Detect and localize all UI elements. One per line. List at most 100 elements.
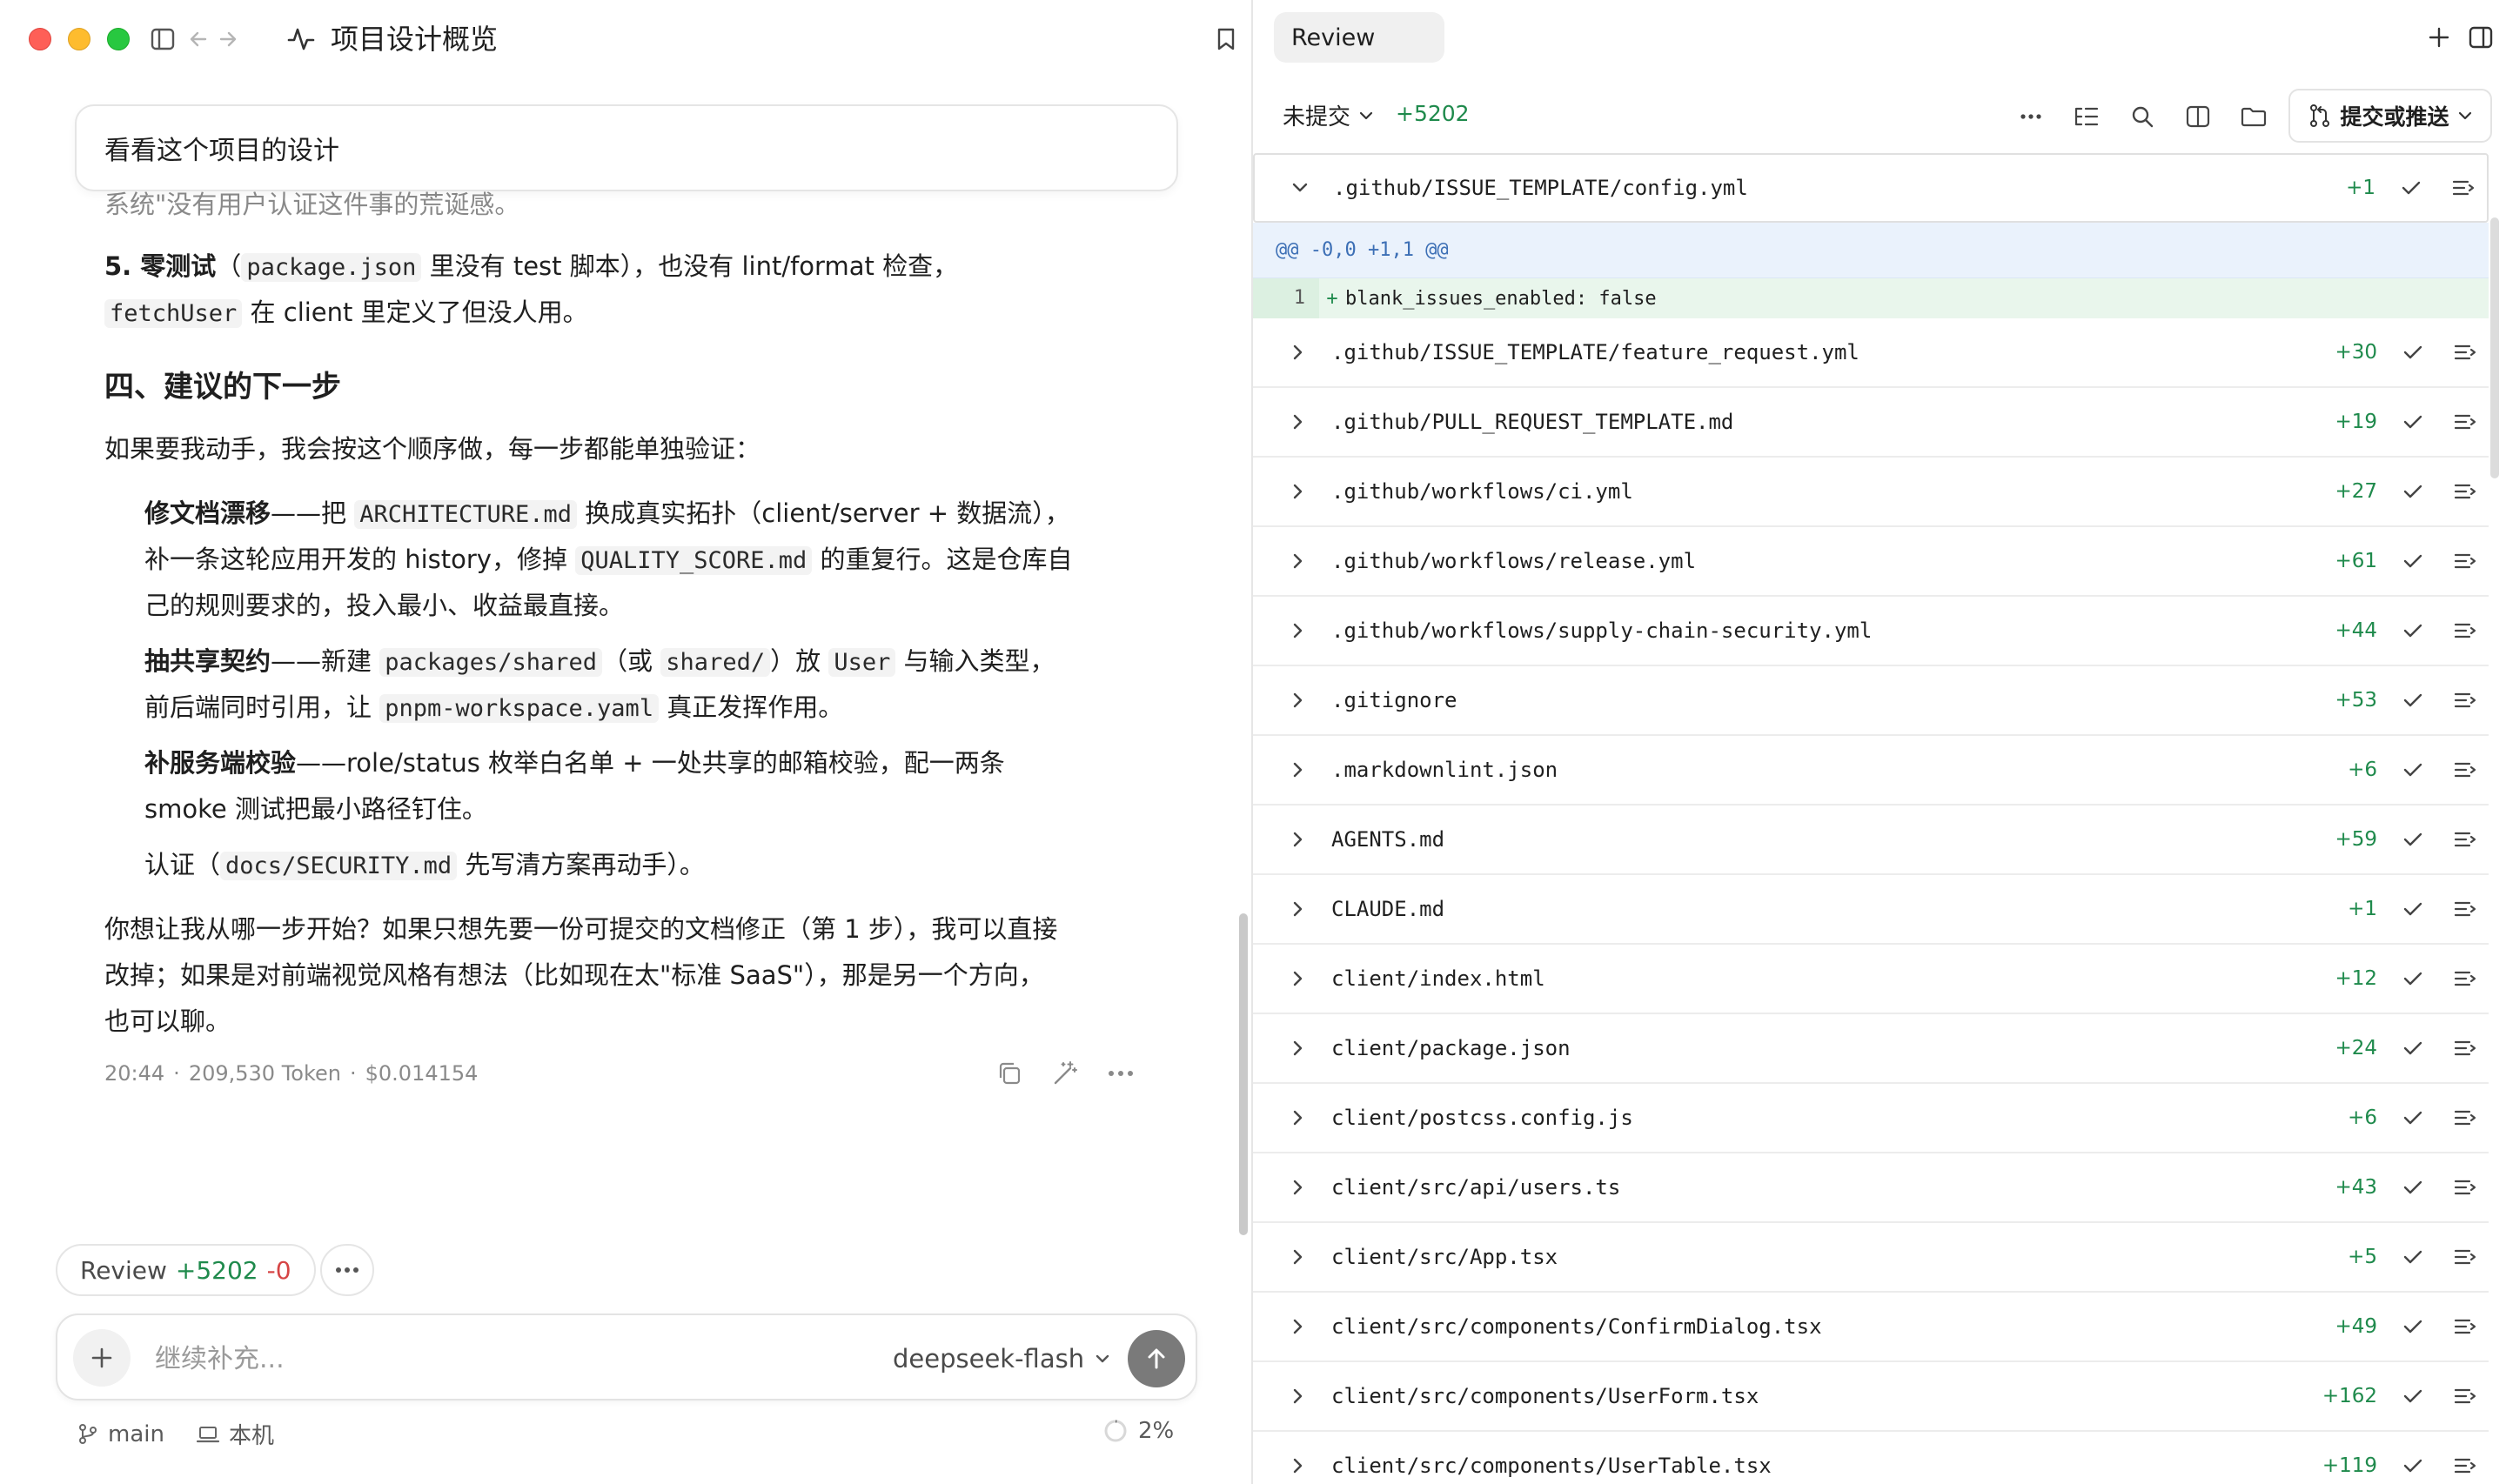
chevron-right-icon[interactable] bbox=[1286, 1106, 1310, 1130]
file-name[interactable]: client/postcss.config.js bbox=[1331, 1106, 1633, 1130]
chevron-right-icon[interactable] bbox=[1286, 340, 1310, 364]
file-actions-icon[interactable] bbox=[2450, 755, 2480, 785]
file-name[interactable]: .github/workflows/release.yml bbox=[1331, 549, 1696, 573]
file-actions-icon[interactable] bbox=[2450, 1103, 2480, 1133]
file-row[interactable]: client/postcss.config.js +6 bbox=[1253, 1084, 2489, 1153]
file-row[interactable]: .github/workflows/supply-chain-security.… bbox=[1253, 597, 2489, 666]
file-actions-icon[interactable] bbox=[2450, 1312, 2480, 1341]
mark-reviewed-check-icon[interactable] bbox=[2400, 618, 2426, 644]
magic-wand-icon[interactable] bbox=[1048, 1056, 1082, 1091]
file-row[interactable]: .github/PULL_REQUEST_TEMPLATE.md +19 bbox=[1253, 388, 2489, 458]
file-name[interactable]: .github/ISSUE_TEMPLATE/config.yml bbox=[1333, 176, 1748, 200]
branch-name[interactable]: main bbox=[108, 1421, 164, 1447]
mark-reviewed-check-icon[interactable] bbox=[2400, 1174, 2426, 1200]
file-actions-icon[interactable] bbox=[2450, 616, 2480, 645]
model-selector[interactable]: deepseek-flash bbox=[893, 1336, 1110, 1381]
chevron-right-icon[interactable] bbox=[1286, 688, 1310, 712]
folder-icon[interactable] bbox=[2236, 99, 2271, 134]
mark-reviewed-check-icon[interactable] bbox=[2400, 757, 2426, 783]
chevron-right-icon[interactable] bbox=[1286, 410, 1310, 434]
file-row[interactable]: .github/workflows/ci.yml +27 bbox=[1253, 458, 2489, 527]
chevron-right-icon[interactable] bbox=[1286, 966, 1310, 991]
back-arrow-icon[interactable] bbox=[186, 23, 211, 56]
mark-reviewed-check-icon[interactable] bbox=[2398, 175, 2424, 201]
tree-view-icon[interactable] bbox=[2069, 99, 2104, 134]
chevron-right-icon[interactable] bbox=[1286, 549, 1310, 573]
file-row[interactable]: client/index.html +12 bbox=[1253, 945, 2489, 1014]
minimize-window-button[interactable] bbox=[68, 28, 90, 50]
add-attachment-button[interactable] bbox=[73, 1329, 131, 1387]
chevron-right-icon[interactable] bbox=[1286, 1036, 1310, 1060]
mark-reviewed-check-icon[interactable] bbox=[2400, 1105, 2426, 1131]
file-actions-icon[interactable] bbox=[2450, 964, 2480, 993]
review-tab[interactable]: Review bbox=[1274, 12, 1444, 63]
mark-reviewed-check-icon[interactable] bbox=[2400, 1314, 2426, 1340]
file-row[interactable]: .github/workflows/release.yml +61 bbox=[1253, 527, 2489, 597]
location-label[interactable]: 本机 bbox=[229, 1418, 274, 1450]
review-chip[interactable]: Review +5202 -0 bbox=[56, 1244, 316, 1296]
mark-reviewed-check-icon[interactable] bbox=[2400, 409, 2426, 435]
chevron-right-icon[interactable] bbox=[1286, 1314, 1310, 1339]
mark-reviewed-check-icon[interactable] bbox=[2400, 1453, 2426, 1479]
copy-icon[interactable] bbox=[992, 1056, 1027, 1091]
commit-or-push-button[interactable]: 提交或推送 bbox=[2288, 89, 2492, 143]
chevron-right-icon[interactable] bbox=[1286, 1245, 1310, 1269]
mark-reviewed-check-icon[interactable] bbox=[2400, 966, 2426, 992]
file-name[interactable]: .markdownlint.json bbox=[1331, 758, 1558, 782]
bookmark-icon[interactable] bbox=[1213, 23, 1239, 56]
file-actions-icon[interactable] bbox=[2450, 338, 2480, 367]
chevron-right-icon[interactable] bbox=[1286, 479, 1310, 504]
file-actions-icon[interactable] bbox=[2450, 685, 2480, 715]
mark-reviewed-check-icon[interactable] bbox=[2400, 896, 2426, 922]
file-name[interactable]: client/src/components/UserForm.tsx bbox=[1331, 1384, 1759, 1408]
file-row[interactable]: AGENTS.md +59 bbox=[1253, 806, 2489, 875]
mark-reviewed-check-icon[interactable] bbox=[2400, 826, 2426, 852]
zoom-window-button[interactable] bbox=[107, 28, 130, 50]
send-button[interactable] bbox=[1128, 1330, 1185, 1387]
changed-files-list[interactable]: .github/ISSUE_TEMPLATE/config.yml +1 @@ … bbox=[1253, 153, 2489, 1484]
file-row[interactable]: client/src/components/UserTable.tsx +119 bbox=[1253, 1432, 2489, 1484]
file-actions-icon[interactable] bbox=[2450, 1381, 2480, 1411]
file-name[interactable]: .github/ISSUE_TEMPLATE/feature_request.y… bbox=[1331, 340, 1859, 364]
mark-reviewed-check-icon[interactable] bbox=[2400, 687, 2426, 713]
mark-reviewed-check-icon[interactable] bbox=[2400, 548, 2426, 574]
mark-reviewed-check-icon[interactable] bbox=[2400, 1244, 2426, 1270]
mark-reviewed-check-icon[interactable] bbox=[2400, 478, 2426, 505]
change-scope-selector[interactable]: 未提交 bbox=[1283, 99, 1373, 131]
chat-scroll-area[interactable]: 看看这个项目的设计 系统"没有用户认证这件事的荒诞感。 5. 零测试（ packa… bbox=[0, 78, 1236, 1209]
chevron-right-icon[interactable] bbox=[1286, 897, 1310, 921]
close-window-button[interactable] bbox=[29, 28, 51, 50]
more-options-icon[interactable] bbox=[1103, 1056, 1138, 1091]
split-view-icon[interactable] bbox=[2181, 99, 2215, 134]
file-name[interactable]: .github/PULL_REQUEST_TEMPLATE.md bbox=[1331, 410, 1733, 434]
file-actions-icon[interactable] bbox=[2450, 407, 2480, 437]
file-actions-icon[interactable] bbox=[2450, 825, 2480, 854]
mark-reviewed-check-icon[interactable] bbox=[2400, 1035, 2426, 1061]
forward-arrow-icon[interactable] bbox=[216, 23, 240, 56]
file-name[interactable]: client/src/components/UserTable.tsx bbox=[1331, 1454, 1772, 1478]
file-name[interactable]: client/src/App.tsx bbox=[1331, 1245, 1558, 1269]
more-actions-button[interactable] bbox=[320, 1244, 374, 1296]
file-actions-icon[interactable] bbox=[2450, 1033, 2480, 1063]
file-actions-icon[interactable] bbox=[2450, 1173, 2480, 1202]
file-name[interactable]: client/src/api/users.ts bbox=[1331, 1175, 1620, 1200]
file-row[interactable]: client/src/App.tsx +5 bbox=[1253, 1223, 2489, 1293]
panel-layout-icon[interactable] bbox=[2464, 21, 2497, 54]
file-actions-icon[interactable] bbox=[2450, 1242, 2480, 1272]
file-actions-icon[interactable] bbox=[2449, 173, 2478, 203]
more-options-icon[interactable] bbox=[2014, 99, 2048, 134]
file-actions-icon[interactable] bbox=[2450, 546, 2480, 576]
chevron-right-icon[interactable] bbox=[1286, 758, 1310, 782]
file-list-scrollbar[interactable] bbox=[2490, 217, 2499, 478]
chevron-right-icon[interactable] bbox=[1286, 1384, 1310, 1408]
file-row[interactable]: .markdownlint.json +6 bbox=[1253, 736, 2489, 806]
chevron-right-icon[interactable] bbox=[1286, 618, 1310, 643]
file-row[interactable]: client/src/api/users.ts +43 bbox=[1253, 1153, 2489, 1223]
file-row[interactable]: client/src/components/ConfirmDialog.tsx +… bbox=[1253, 1293, 2489, 1362]
file-row[interactable]: .gitignore +53 bbox=[1253, 666, 2489, 736]
chevron-down-icon[interactable] bbox=[1288, 176, 1312, 200]
file-name[interactable]: .gitignore bbox=[1331, 688, 1457, 712]
search-icon[interactable] bbox=[2125, 99, 2160, 134]
chevron-right-icon[interactable] bbox=[1286, 1454, 1310, 1478]
mark-reviewed-check-icon[interactable] bbox=[2400, 1383, 2426, 1409]
